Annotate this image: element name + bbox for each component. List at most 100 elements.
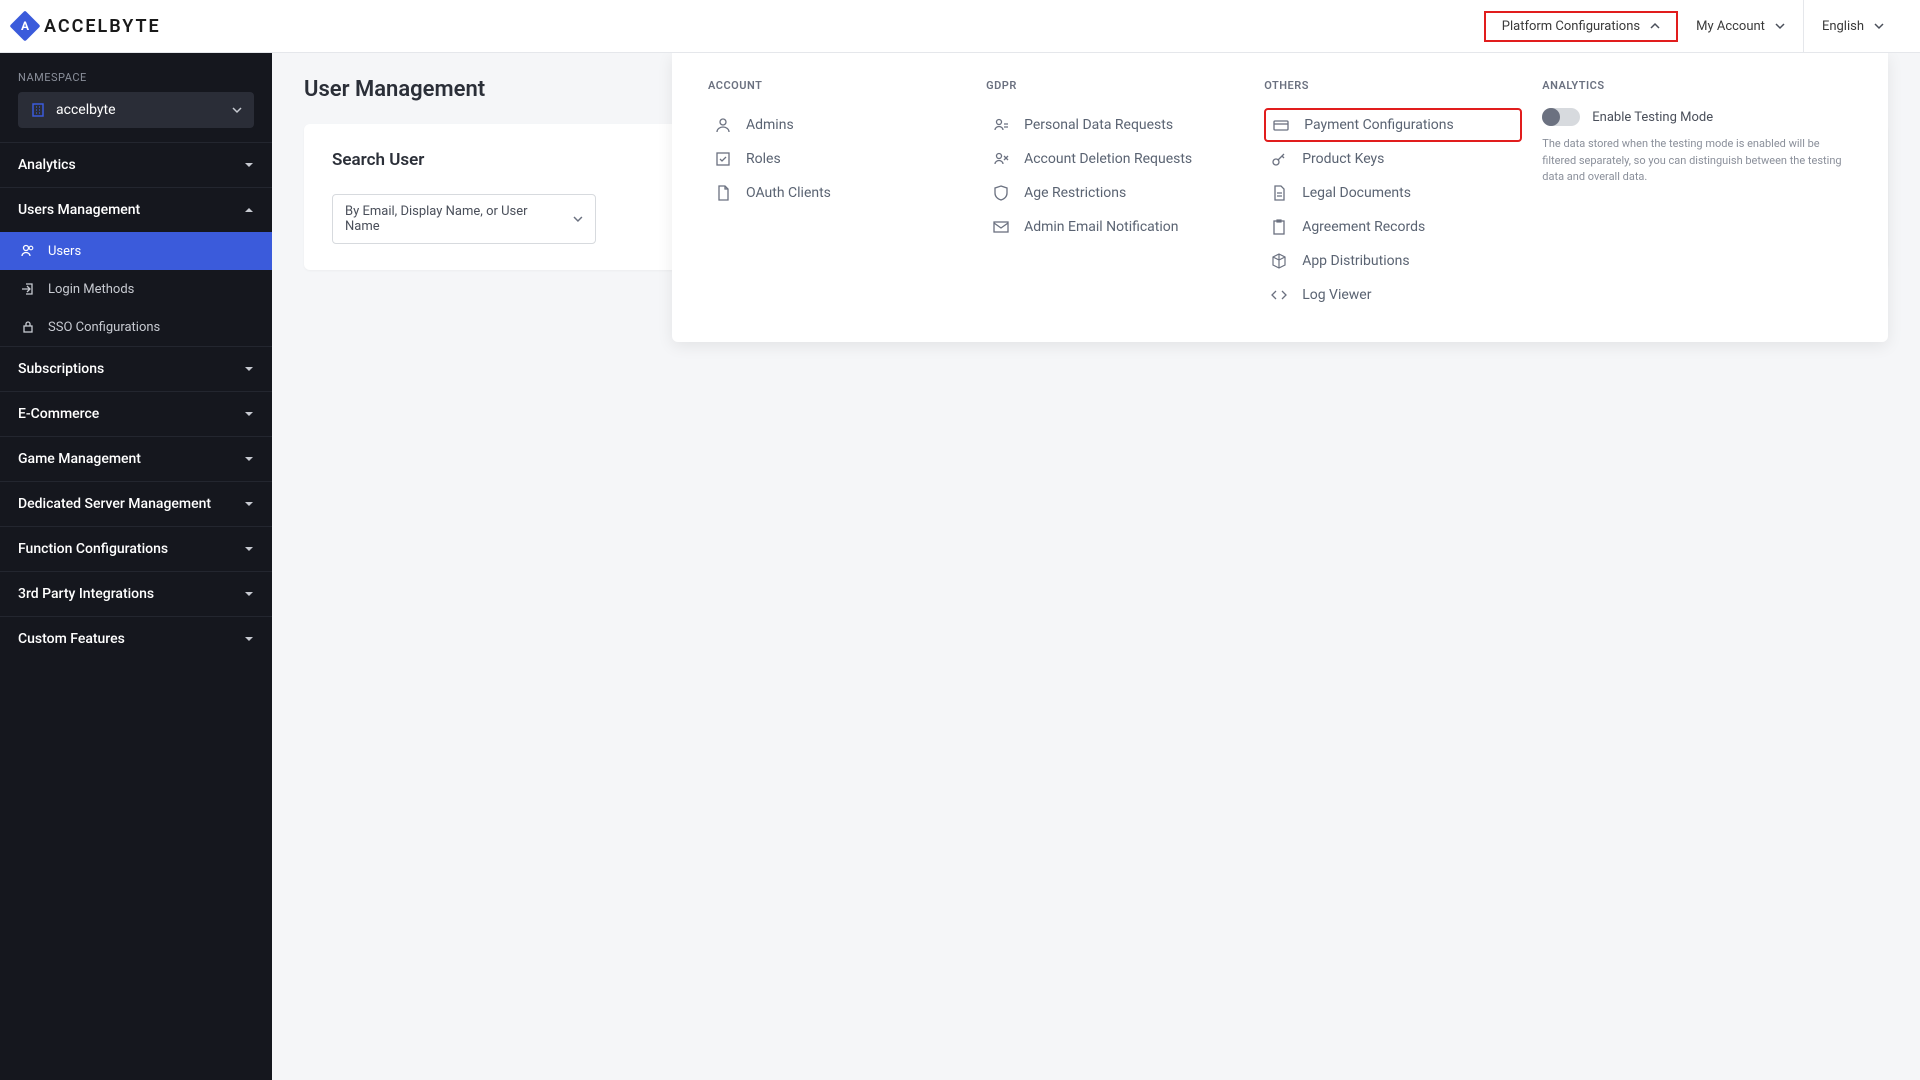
mega-item-label: Payment Configurations [1304, 117, 1454, 133]
mega-item-agreement-records[interactable]: Agreement Records [1264, 210, 1522, 244]
clipboard-icon [1270, 218, 1288, 236]
sidebar-item-label: Users Management [18, 202, 140, 218]
search-type-select[interactable]: By Email, Display Name, or User Name [332, 194, 596, 244]
caret-up-icon [244, 205, 254, 215]
sidebar-subitem-login-methods[interactable]: Login Methods [0, 270, 272, 308]
sidebar-item-label: Login Methods [48, 282, 134, 297]
enable-testing-mode-toggle[interactable] [1542, 108, 1580, 126]
sidebar-item-custom-features[interactable]: Custom Features [0, 617, 272, 661]
mega-col-others: OTHERS Payment Configurations Product Ke… [1264, 79, 1522, 312]
namespace-value: accelbyte [56, 102, 222, 118]
sidebar-item-game-management[interactable]: Game Management [0, 437, 272, 481]
mega-item-app-distributions[interactable]: App Distributions [1264, 244, 1522, 278]
topbar-right: Platform Configurations My Account Engli… [1484, 0, 1902, 52]
mega-col-gdpr: GDPR Personal Data Requests Account Dele… [986, 79, 1244, 312]
mega-item-label: Personal Data Requests [1024, 117, 1173, 133]
sidebar-item-users-management[interactable]: Users Management [0, 188, 272, 232]
user-data-icon [992, 116, 1010, 134]
mega-item-account-deletion-requests[interactable]: Account Deletion Requests [986, 142, 1244, 176]
sidebar-item-3rd-party-integrations[interactable]: 3rd Party Integrations [0, 572, 272, 616]
search-select-value: By Email, Display Name, or User Name [345, 204, 563, 234]
mega-item-legal-documents[interactable]: Legal Documents [1264, 176, 1522, 210]
mega-item-label: Account Deletion Requests [1024, 151, 1192, 167]
shield-icon [992, 184, 1010, 202]
chevron-down-icon [1775, 21, 1785, 31]
mega-item-admin-email-notification[interactable]: Admin Email Notification [986, 210, 1244, 244]
brand-logo[interactable]: A ACCELBYTE [14, 15, 161, 37]
sidebar-subitem-users[interactable]: Users [0, 232, 272, 270]
namespace-selector[interactable]: accelbyte [18, 92, 254, 128]
caret-down-icon [244, 589, 254, 599]
sidebar-item-label: Users [48, 244, 81, 259]
code-icon [1270, 286, 1288, 304]
toggle-knob [1542, 108, 1560, 126]
sidebar-subitem-sso-configurations[interactable]: SSO Configurations [0, 308, 272, 346]
users-icon [20, 243, 36, 259]
mega-item-label: Age Restrictions [1024, 185, 1126, 201]
mega-item-label: App Distributions [1302, 253, 1409, 269]
mega-item-label: Product Keys [1302, 151, 1384, 167]
sidebar-item-label: E-Commerce [18, 406, 99, 422]
mega-heading: ACCOUNT [708, 79, 966, 92]
chevron-down-icon [1874, 21, 1884, 31]
platform-configurations-dropdown: ACCOUNT Admins Roles OAuth Clients GDPR [672, 53, 1888, 342]
mega-item-label: Admins [746, 117, 794, 133]
topbar-label: My Account [1696, 19, 1765, 34]
caret-down-icon [244, 409, 254, 419]
mega-item-roles[interactable]: Roles [708, 142, 966, 176]
chevron-down-icon [232, 105, 242, 115]
mega-item-personal-data-requests[interactable]: Personal Data Requests [986, 108, 1244, 142]
document-icon [714, 184, 732, 202]
sidebar-item-label: Function Configurations [18, 541, 168, 557]
building-icon [30, 102, 46, 118]
login-icon [20, 281, 36, 297]
mega-item-payment-configurations[interactable]: Payment Configurations [1264, 108, 1522, 142]
mega-item-label: Legal Documents [1302, 185, 1411, 201]
caret-down-icon [244, 454, 254, 464]
mega-item-log-viewer[interactable]: Log Viewer [1264, 278, 1522, 312]
analytics-description: The data stored when the testing mode is… [1542, 136, 1852, 186]
mega-item-admins[interactable]: Admins [708, 108, 966, 142]
mega-item-label: OAuth Clients [746, 185, 831, 201]
mega-heading: ANALYTICS [1542, 79, 1852, 92]
caret-down-icon [244, 364, 254, 374]
lock-icon [20, 319, 36, 335]
sidebar-item-analytics[interactable]: Analytics [0, 143, 272, 187]
caret-down-icon [244, 499, 254, 509]
platform-configurations-menu[interactable]: Platform Configurations [1484, 11, 1678, 42]
mega-item-age-restrictions[interactable]: Age Restrictions [986, 176, 1244, 210]
mega-col-account: ACCOUNT Admins Roles OAuth Clients [708, 79, 966, 312]
sidebar-item-dedicated-server-management[interactable]: Dedicated Server Management [0, 482, 272, 526]
mega-col-analytics: ANALYTICS Enable Testing Mode The data s… [1542, 79, 1852, 312]
brand-name: ACCELBYTE [44, 16, 161, 37]
sidebar-item-subscriptions[interactable]: Subscriptions [0, 347, 272, 391]
chevron-up-icon [1650, 21, 1660, 31]
caret-down-icon [244, 544, 254, 554]
credit-card-icon [1272, 116, 1290, 134]
chevron-down-icon [573, 214, 583, 224]
mega-item-label: Log Viewer [1302, 287, 1371, 303]
topbar: A ACCELBYTE Platform Configurations My A… [0, 0, 1920, 53]
sidebar-item-ecommerce[interactable]: E-Commerce [0, 392, 272, 436]
user-icon [714, 116, 732, 134]
language-menu[interactable]: English [1804, 0, 1902, 52]
mega-item-oauth-clients[interactable]: OAuth Clients [708, 176, 966, 210]
mega-item-product-keys[interactable]: Product Keys [1264, 142, 1522, 176]
sidebar-item-label: Custom Features [18, 631, 125, 647]
document-icon [1270, 184, 1288, 202]
enable-testing-mode-row: Enable Testing Mode [1542, 108, 1852, 126]
logo-mark-icon: A [9, 10, 40, 41]
key-icon [1270, 150, 1288, 168]
topbar-label: English [1822, 19, 1864, 34]
toggle-label: Enable Testing Mode [1592, 110, 1713, 125]
sidebar-item-label: Analytics [18, 157, 76, 173]
mail-icon [992, 218, 1010, 236]
sidebar-item-function-configurations[interactable]: Function Configurations [0, 527, 272, 571]
sidebar-item-label: 3rd Party Integrations [18, 586, 154, 602]
sidebar-item-label: SSO Configurations [48, 320, 160, 335]
mega-item-label: Roles [746, 151, 781, 167]
mega-heading: GDPR [986, 79, 1244, 92]
caret-down-icon [244, 160, 254, 170]
my-account-menu[interactable]: My Account [1678, 0, 1804, 52]
checklist-icon [714, 150, 732, 168]
